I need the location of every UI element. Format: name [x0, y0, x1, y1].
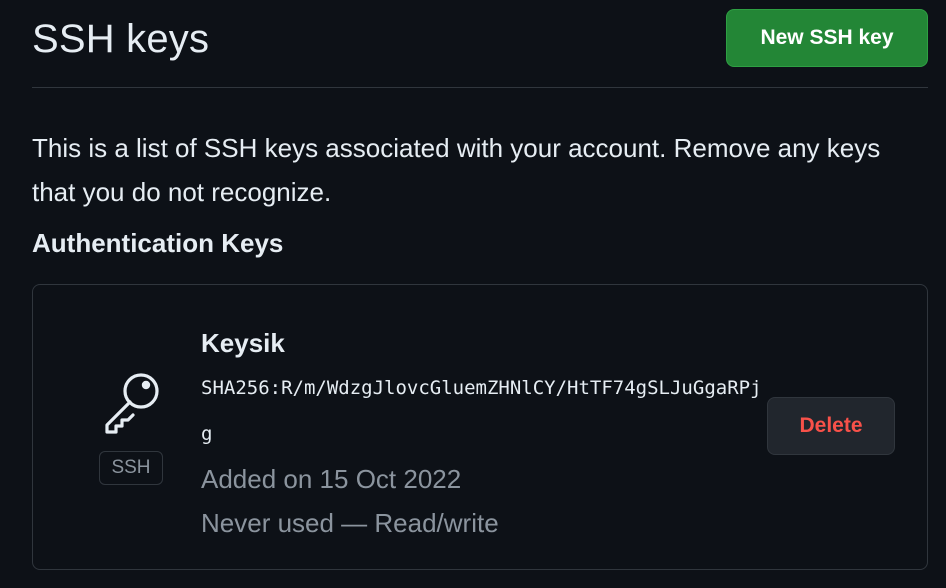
page-title: SSH keys — [32, 17, 210, 61]
page-header: SSH keys New SSH key — [32, 0, 928, 88]
key-added-date: Added on 15 Oct 2022 — [201, 464, 462, 494]
key-usage: Never used — Read/write — [201, 508, 499, 538]
page-description: This is a list of SSH keys associated wi… — [32, 133, 881, 207]
section-heading: Authentication Keys — [32, 228, 284, 258]
key-title: Keysik — [201, 328, 285, 358]
new-ssh-key-button[interactable]: New SSH key — [726, 8, 928, 67]
ssh-badge: SSH — [99, 451, 163, 485]
key-icon — [105, 373, 159, 434]
delete-key-button[interactable]: Delete — [767, 397, 895, 455]
key-icon-group: SSH — [97, 369, 167, 509]
key-details: Keysik SHA256:R/m/WdzgJlovcGluemZHNlCY/H… — [201, 321, 762, 545]
key-fingerprint: SHA256:R/m/WdzgJlovcGluemZHNlCY/HtTF74gS… — [201, 377, 762, 445]
ssh-keys-page: SSH keys New SSH key This is a list of S… — [0, 0, 946, 588]
ssh-key-card: SSH Keysik SHA256:R/m/WdzgJlovcGluemZHNl… — [32, 284, 928, 570]
